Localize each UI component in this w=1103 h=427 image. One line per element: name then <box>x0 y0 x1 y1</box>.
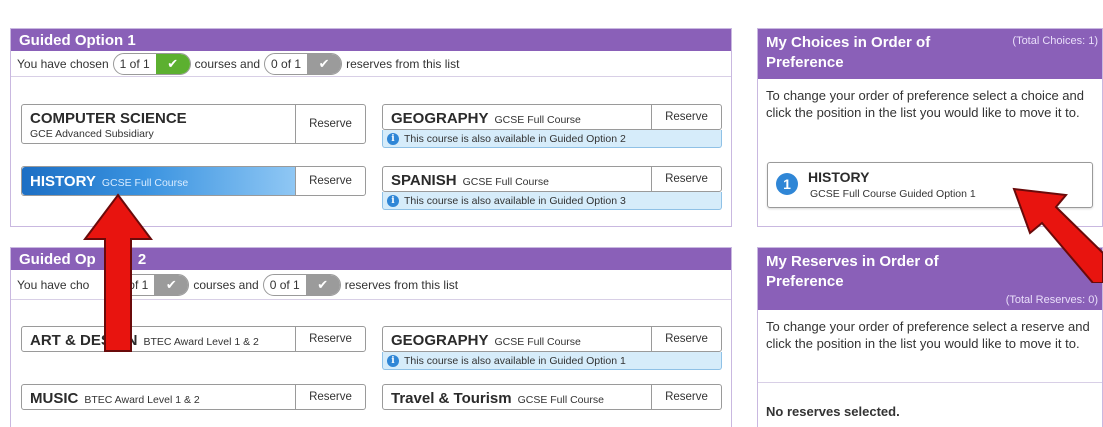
my-choices-header: My Choices in Order of Preference (Total… <box>758 29 1102 79</box>
reserves-count: 0 of 1 <box>271 56 302 71</box>
course-computer-science[interactable]: COMPUTER SCIENCE GCE Advanced Subsidiary… <box>21 104 366 144</box>
reserves-instructions: To change your order of preference selec… <box>766 319 1090 351</box>
course-name: MUSIC BTEC Award Level 1 & 2 <box>30 390 200 407</box>
guided-option-1-header: Guided Option 1 <box>11 29 731 51</box>
reserve-button[interactable]: Reserve <box>651 385 721 409</box>
course-spanish[interactable]: SPANISH GCSE Full Course Reserve <box>382 166 722 192</box>
course-travel-tourism[interactable]: Travel & Tourism GCSE Full Course Reserve <box>382 384 722 410</box>
red-arrow-up-icon <box>83 193 153 352</box>
geography-info-note: i This course is also available in Guide… <box>382 130 722 148</box>
summary-suffix: reserves from this list <box>346 56 460 71</box>
course-art-design[interactable]: ART & DESIGN BTEC Award Level 1 & 2 Reser… <box>21 326 366 352</box>
course-name: SPANISH GCSE Full Course <box>391 172 549 189</box>
check-icon: ✔ <box>305 274 340 295</box>
course-type: GCE Advanced Subsidiary <box>30 128 154 140</box>
summary-prefix: You have cho <box>17 277 90 292</box>
check-icon: ✔ <box>155 53 190 74</box>
info-icon: i <box>387 132 399 145</box>
summary-middle: courses and <box>194 56 261 71</box>
check-icon: ✔ <box>307 53 342 74</box>
reserve-button[interactable]: Reserve <box>651 327 721 351</box>
reserve-button[interactable]: Reserve <box>295 385 365 409</box>
reserve-button[interactable]: Reserve <box>295 105 365 143</box>
course-geography[interactable]: GEOGRAPHY GCSE Full Course Reserve <box>382 326 722 352</box>
no-reserves-message: No reserves selected. <box>766 404 900 419</box>
choice-detail: GCSE Full Course Guided Option 1 <box>810 188 976 200</box>
reserves-divider <box>758 382 1102 383</box>
reserves-count-pill: 0 of 1 ✔ <box>262 273 341 296</box>
course-name: GEOGRAPHY GCSE Full Course <box>391 332 581 349</box>
course-name: GEOGRAPHY GCSE Full Course <box>391 110 581 127</box>
total-reserves: (Total Reserves: 0) <box>1005 294 1098 306</box>
info-icon: i <box>387 354 399 367</box>
reserve-button[interactable]: Reserve <box>651 105 721 129</box>
course-history[interactable]: HISTORY GCSE Full Course Reserve <box>21 166 366 196</box>
check-icon: ✔ <box>154 274 189 295</box>
info-icon: i <box>387 194 399 207</box>
spanish-info-note: i This course is also available in Guide… <box>382 192 722 210</box>
course-music[interactable]: MUSIC BTEC Award Level 1 & 2 Reserve <box>21 384 366 410</box>
choice-name: HISTORY <box>808 169 870 185</box>
chosen-count: 1 of 1 <box>119 56 150 71</box>
choices-instructions: To change your order of preference selec… <box>766 88 1084 120</box>
summary-suffix: reserves from this list <box>344 277 459 292</box>
reserves-count: 0 of 1 <box>269 277 300 292</box>
choice-number-badge: 1 <box>776 173 798 195</box>
guided-option-1-title: Guided Option 1 <box>19 32 136 49</box>
course-name: Travel & Tourism GCSE Full Course <box>391 390 604 407</box>
guided-option-1-summary: You have chosen 1 of 1 ✔ courses and 0 o… <box>11 51 731 77</box>
total-choices: (Total Choices: 1) <box>1012 35 1098 47</box>
summary-prefix: You have chosen <box>17 56 109 71</box>
my-reserves-title: My Reserves in Order of Preference <box>766 253 939 290</box>
course-geography[interactable]: GEOGRAPHY GCSE Full Course Reserve <box>382 104 722 130</box>
red-arrow-diagonal-icon <box>1012 187 1103 283</box>
summary-middle: courses and <box>193 277 259 292</box>
course-name: COMPUTER SCIENCE <box>30 110 187 127</box>
reserve-button[interactable]: Reserve <box>295 167 365 195</box>
reserve-button[interactable]: Reserve <box>651 167 721 191</box>
geography-info-note: i This course is also available in Guide… <box>382 352 722 370</box>
my-choices-title: My Choices in Order of Preference <box>766 34 931 71</box>
chosen-count-pill: 1 of 1 ✔ <box>112 52 191 75</box>
course-name: HISTORY GCSE Full Course <box>30 173 189 190</box>
reserve-button[interactable]: Reserve <box>295 327 365 351</box>
reserves-count-pill: 0 of 1 ✔ <box>264 52 343 75</box>
